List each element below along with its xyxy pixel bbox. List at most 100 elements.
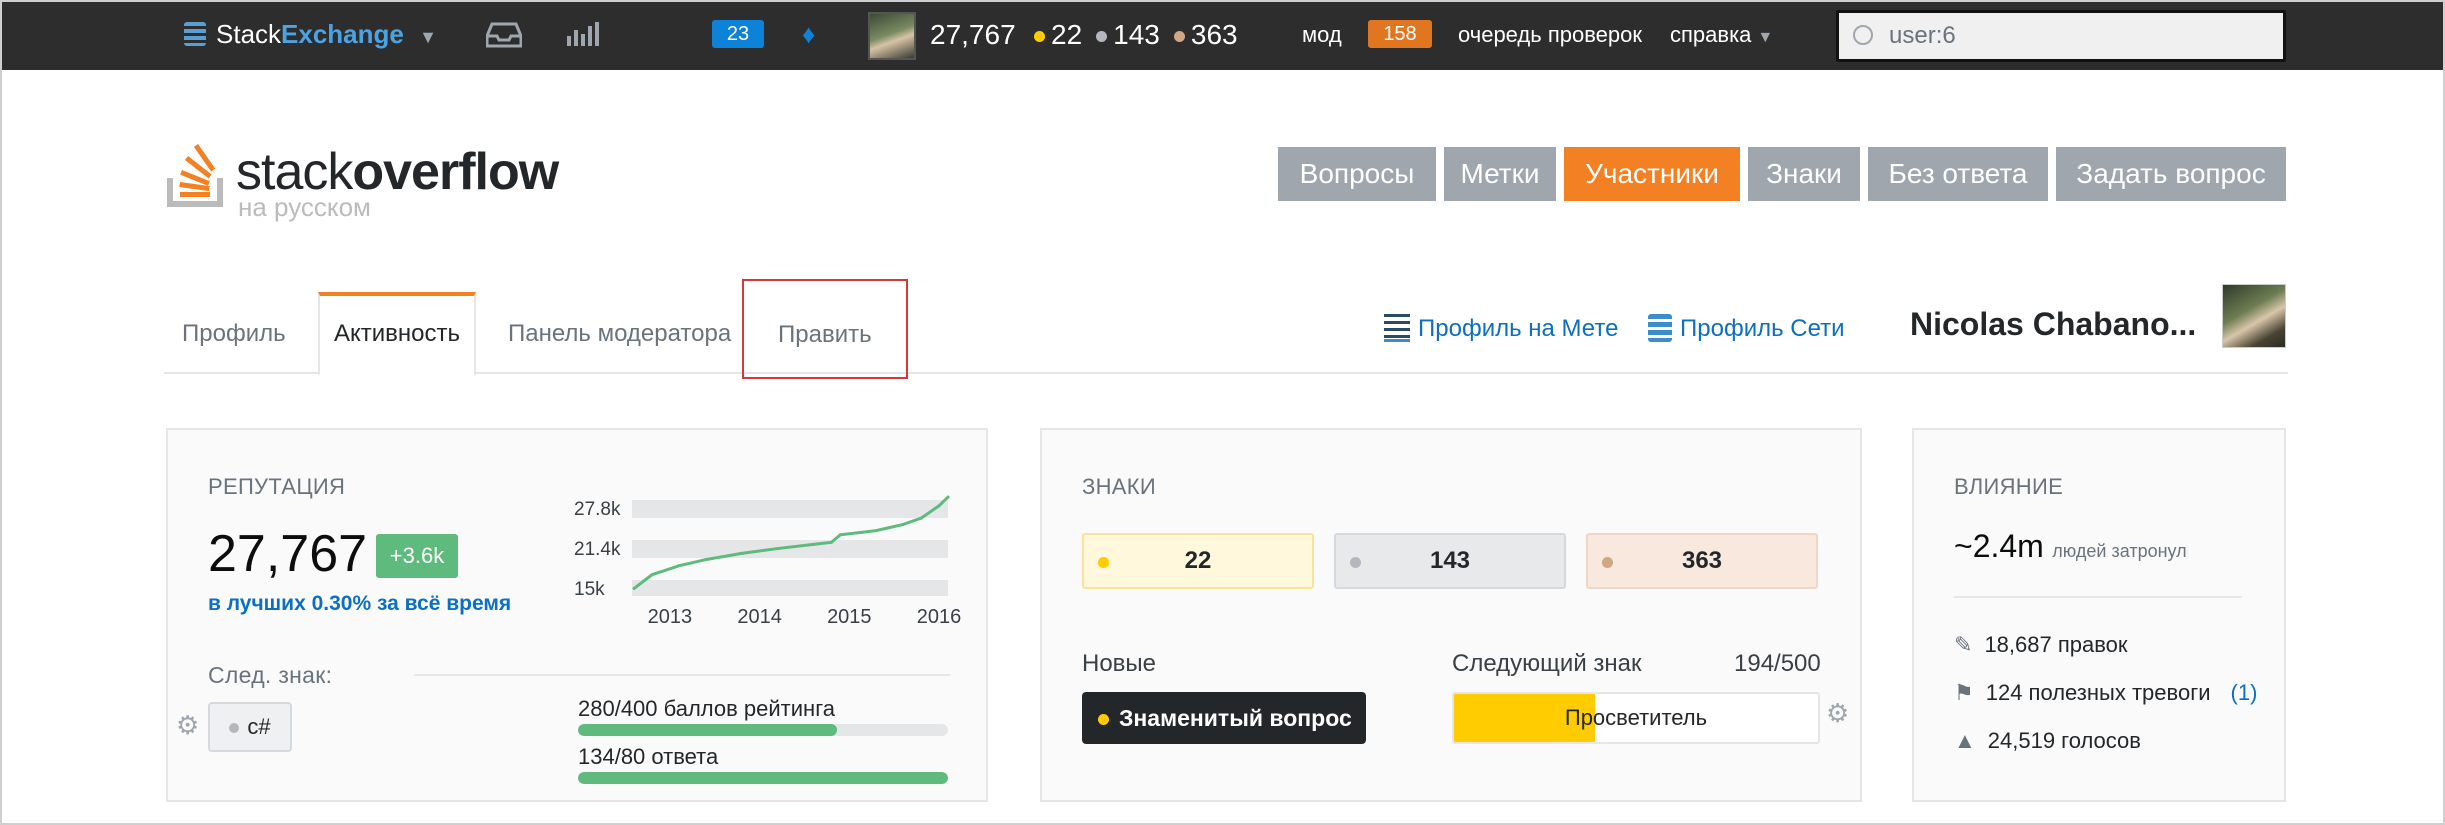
logo-subtitle: на русском bbox=[238, 192, 371, 222]
search-input[interactable]: user:6 bbox=[1836, 10, 2286, 62]
chart-y-tick: 21.4k bbox=[574, 539, 621, 560]
gold-badge-icon bbox=[1098, 557, 1109, 568]
mod-link[interactable]: мод bbox=[1302, 22, 1342, 48]
reputation-point bbox=[901, 522, 905, 526]
silver-badge-count: 143 bbox=[1429, 547, 1471, 574]
bronze-badge-icon bbox=[1602, 557, 1613, 568]
new-badges-label: Новые bbox=[1082, 650, 1157, 677]
impact-flags-extra[interactable]: (1) bbox=[2231, 680, 2258, 705]
topbar-badges[interactable]: 22 143 363 bbox=[1018, 19, 1238, 51]
topbar-reputation[interactable]: 27,767 bbox=[930, 19, 1016, 51]
reputation-heading: РЕПУТАЦИЯ bbox=[208, 474, 346, 499]
top-bar: StackExchange ▼ 23 ♦ 27,767 22 143 363 мод… bbox=[2, 2, 2443, 70]
next-badge-name: Просветитель bbox=[1564, 705, 1708, 730]
chart-y-tick: 27.8k bbox=[574, 499, 621, 520]
reputation-point bbox=[650, 573, 654, 577]
site-logo[interactable]: stackoverflow на русском bbox=[162, 128, 562, 222]
reputation-card: РЕПУТАЦИЯ 27,767 +3.6k в лучших 0.30% за… bbox=[166, 428, 988, 802]
impact-people: ~2.4m людей затронул bbox=[1954, 528, 2187, 565]
tab-profile[interactable]: Профиль bbox=[182, 320, 286, 348]
nav-tags[interactable]: Метки bbox=[1444, 147, 1556, 201]
meta-icon bbox=[1384, 314, 1410, 342]
next-badge-progress[interactable]: Просветитель bbox=[1452, 692, 1820, 744]
review-queue-link[interactable]: очередь проверок bbox=[1458, 22, 1642, 48]
next-badge-tag-label: c# bbox=[247, 714, 271, 739]
chart-x-tick: 2014 bbox=[737, 606, 782, 628]
nav-badges[interactable]: Знаки bbox=[1748, 147, 1860, 201]
network-profile-label: Профиль Сети bbox=[1680, 315, 1845, 342]
progress1-label: 280/400 баллов рейтинга bbox=[578, 696, 835, 721]
user-avatar[interactable] bbox=[2222, 284, 2286, 348]
next-badge-divider bbox=[414, 674, 950, 676]
gear-icon[interactable]: ⚙ bbox=[176, 710, 199, 741]
chart-x-tick: 2013 bbox=[647, 606, 693, 628]
achievements-icon[interactable] bbox=[566, 20, 600, 48]
network-profile-link[interactable]: Профиль Сети bbox=[1648, 314, 1845, 343]
reputation-point bbox=[632, 587, 636, 591]
gold-badge-count: 22 bbox=[1184, 547, 1212, 574]
impact-votes: ▲ 24,519 голосов bbox=[1954, 728, 2141, 754]
progress2-label: 134/80 ответа bbox=[578, 744, 719, 769]
meta-profile-link[interactable]: Профиль на Мете bbox=[1384, 314, 1618, 343]
topbar-silver-count: 143 bbox=[1113, 19, 1160, 50]
reputation-point bbox=[677, 564, 681, 568]
new-badge-pill[interactable]: Знаменитый вопрос bbox=[1082, 692, 1366, 744]
mod-count-badge[interactable]: 158 bbox=[1368, 20, 1432, 48]
help-label: справка bbox=[1670, 22, 1752, 47]
upvote-icon: ▲ bbox=[1954, 728, 1976, 753]
meta-profile-label: Профиль на Мете bbox=[1418, 315, 1619, 342]
bronze-badge-box[interactable]: 363 bbox=[1586, 533, 1818, 589]
next-badge-heading: Следующий знак bbox=[1452, 650, 1642, 677]
impact-edits-text: 18,687 правок bbox=[1984, 632, 2128, 657]
reputation-rank-link[interactable]: в лучших 0.30% за всё время bbox=[208, 592, 511, 616]
help-menu[interactable]: справка ▼ bbox=[1670, 22, 1773, 48]
impact-heading: ВЛИЯНИЕ bbox=[1954, 474, 2064, 499]
bronze-badge-count: 363 bbox=[1681, 547, 1723, 574]
inbox-icon[interactable] bbox=[485, 20, 523, 48]
reputation-point bbox=[874, 529, 878, 533]
gear-icon[interactable]: ⚙ bbox=[1826, 698, 1849, 729]
brand-stack: Stack bbox=[216, 19, 282, 49]
gold-badge-icon bbox=[1098, 714, 1109, 726]
diamond-icon[interactable]: ♦ bbox=[802, 19, 815, 50]
tab-activity[interactable]: Активность bbox=[318, 292, 476, 376]
silver-badge-box[interactable]: 143 bbox=[1334, 533, 1566, 589]
reputation-point bbox=[946, 495, 950, 499]
reputation-point bbox=[704, 558, 708, 562]
chart-band bbox=[632, 500, 948, 518]
flag-icon: ⚑ bbox=[1954, 680, 1974, 705]
reputation-point bbox=[829, 540, 833, 544]
stackexchange-menu[interactable]: StackExchange ▼ bbox=[184, 19, 437, 50]
chart-band bbox=[632, 540, 948, 558]
tab-moderator-panel[interactable]: Панель модератора bbox=[508, 320, 731, 348]
tabs-divider bbox=[164, 372, 2288, 374]
inbox-count-badge[interactable]: 23 bbox=[712, 20, 764, 48]
tab-edit[interactable]: Править bbox=[742, 279, 908, 379]
next-badge-tag[interactable]: c# bbox=[208, 702, 292, 752]
nav-ask-question[interactable]: Задать вопрос bbox=[2056, 147, 2286, 201]
chevron-down-icon: ▼ bbox=[1757, 29, 1774, 46]
impact-votes-text: 24,519 голосов bbox=[1987, 728, 2141, 753]
tab-activity-label: Активность bbox=[334, 320, 461, 347]
reputation-point bbox=[811, 542, 815, 546]
nav-questions[interactable]: Вопросы bbox=[1278, 147, 1436, 201]
silver-badge-icon bbox=[1350, 557, 1361, 568]
reputation-point bbox=[776, 547, 780, 551]
stackexchange-icon bbox=[1648, 314, 1672, 342]
chevron-down-icon: ▼ bbox=[419, 27, 437, 47]
new-badge-name: Знаменитый вопрос bbox=[1119, 705, 1352, 731]
gold-badge-box[interactable]: 22 bbox=[1082, 533, 1314, 589]
search-value: user:6 bbox=[1889, 22, 1956, 49]
chart-x-tick: 2016 bbox=[916, 606, 962, 628]
impact-divider bbox=[1954, 596, 2242, 598]
avatar[interactable] bbox=[868, 12, 916, 60]
brand-exchange: Exchange bbox=[281, 19, 404, 49]
silver-badge-icon bbox=[1096, 31, 1108, 43]
reputation-point bbox=[740, 551, 744, 555]
impact-edits: ✎ 18,687 правок bbox=[1954, 632, 2128, 658]
nav-users[interactable]: Участники bbox=[1564, 147, 1740, 201]
reputation-point bbox=[838, 533, 842, 537]
nav-unanswered[interactable]: Без ответа bbox=[1868, 147, 2048, 201]
reputation-point bbox=[937, 504, 941, 508]
reputation-chart: 27.8k 21.4k 15k bbox=[574, 495, 950, 596]
